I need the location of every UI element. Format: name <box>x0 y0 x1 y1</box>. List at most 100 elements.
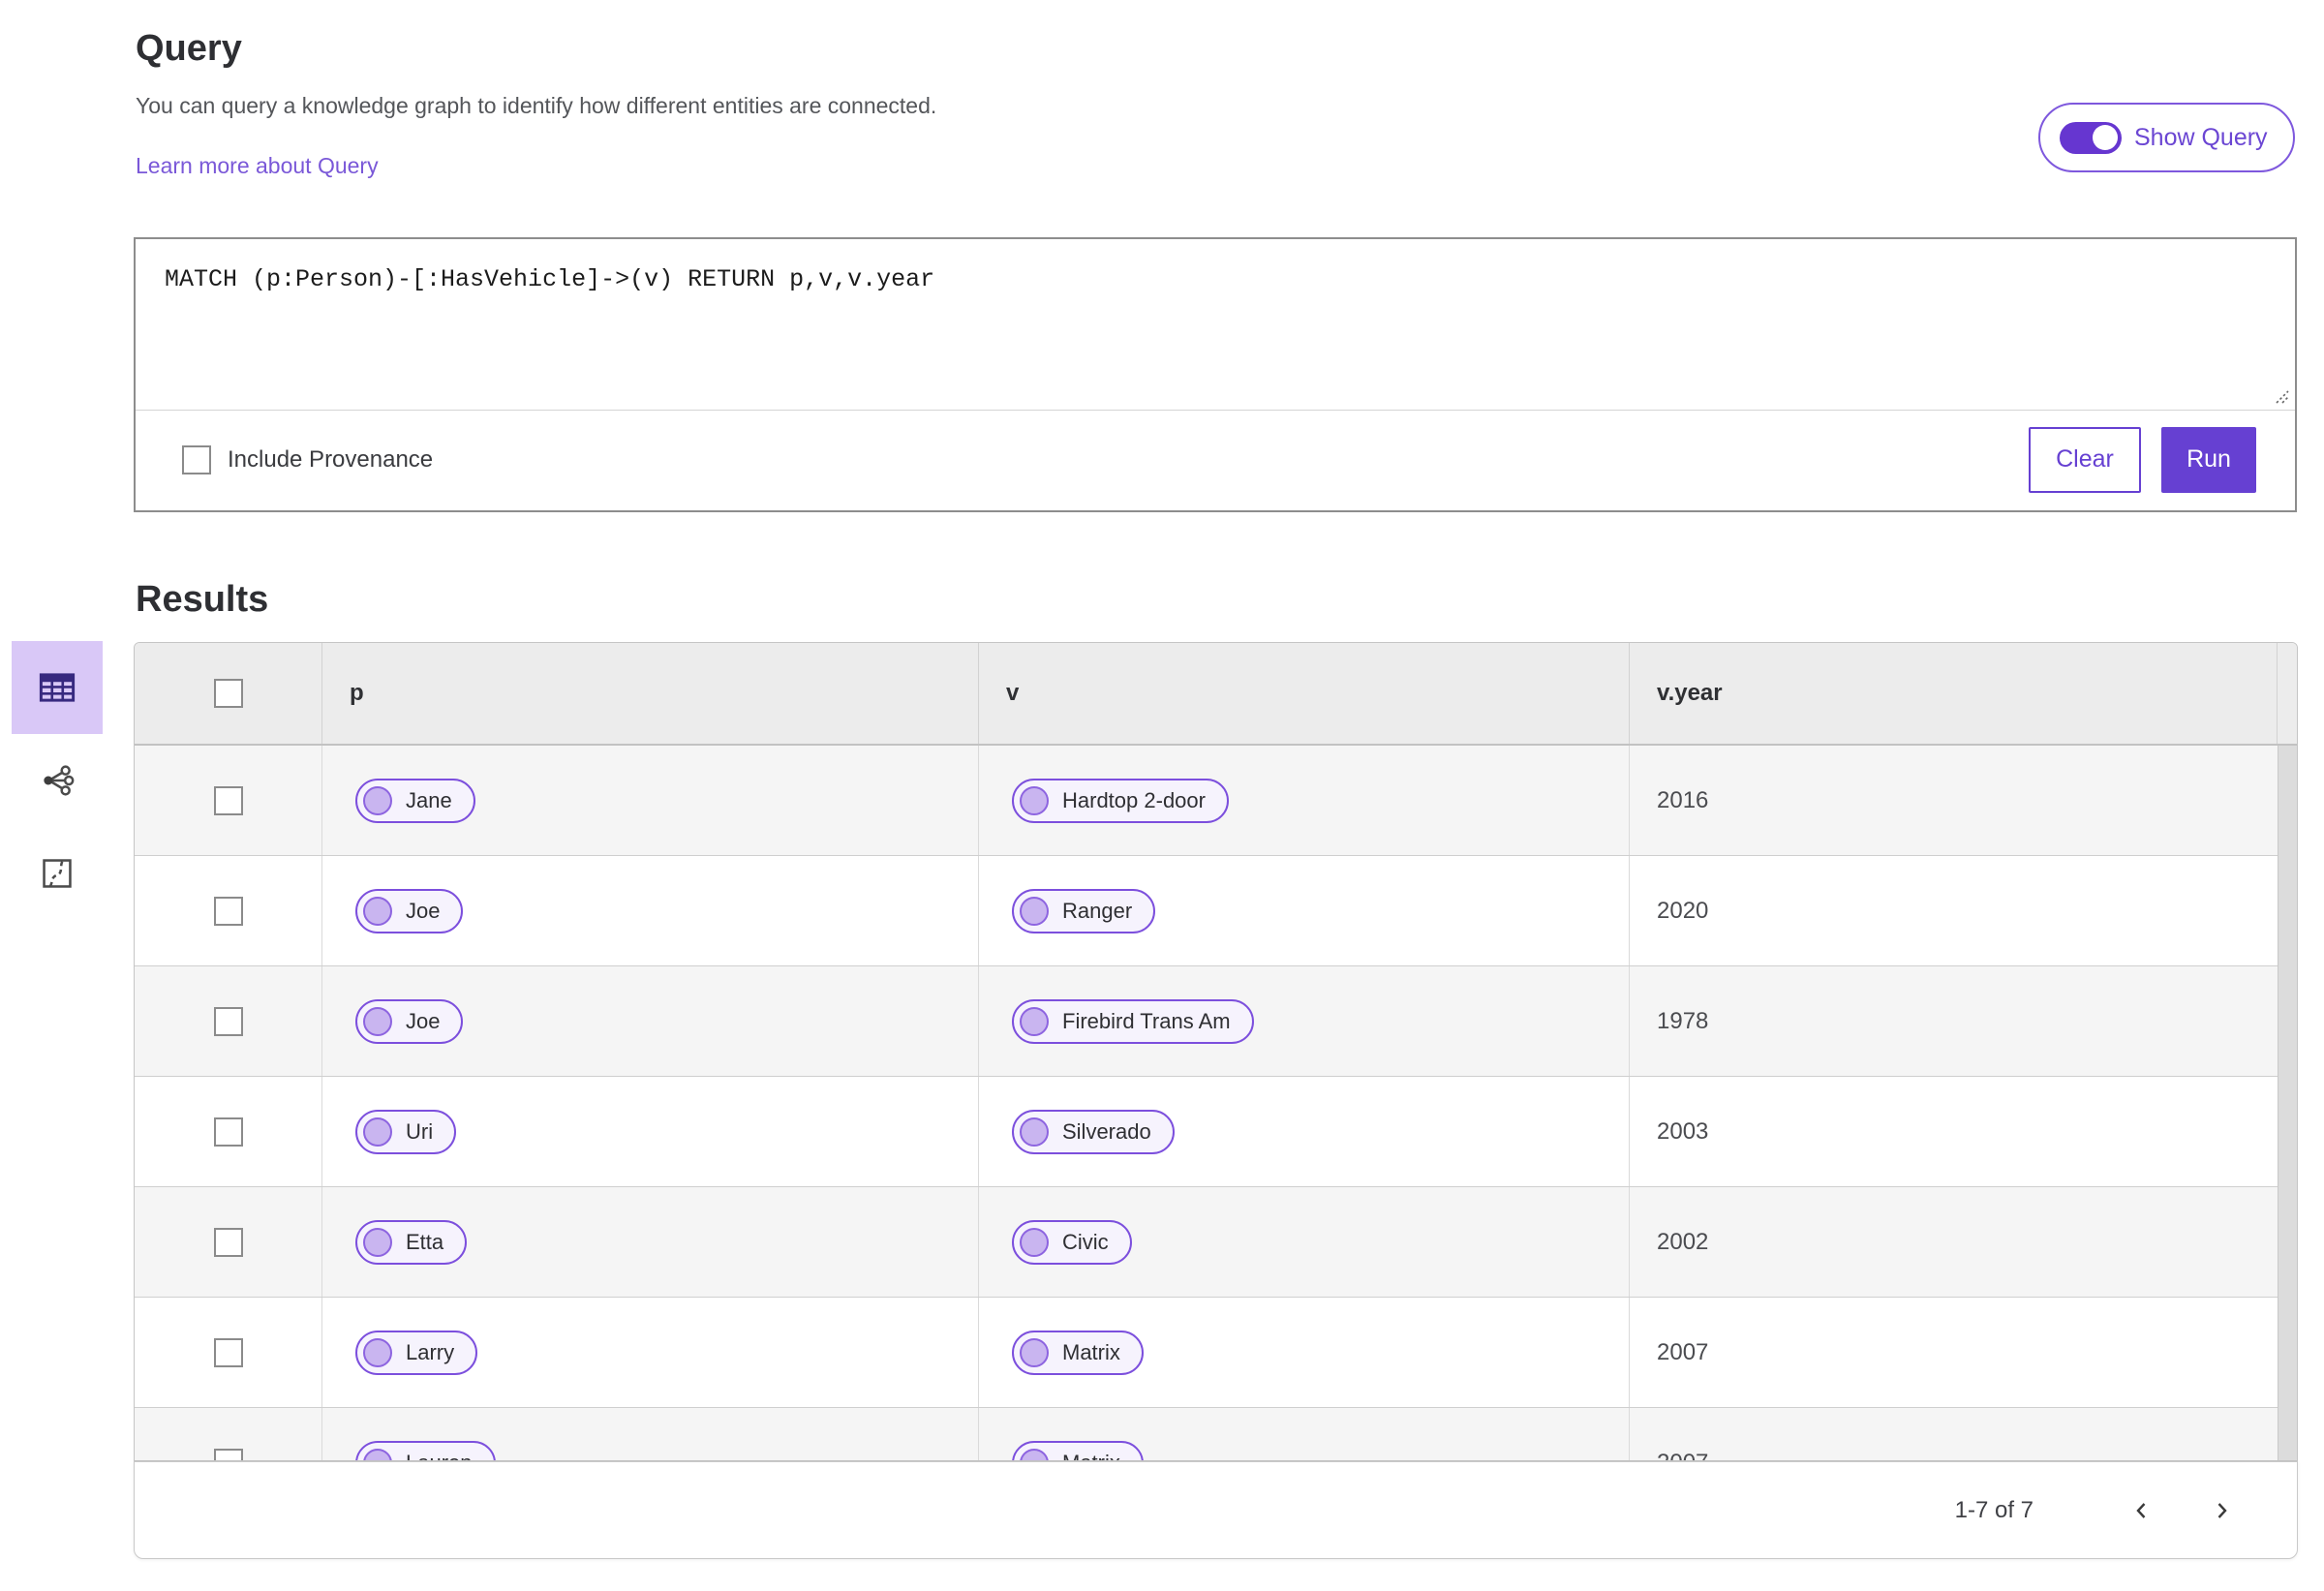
vehicle-node-chip[interactable]: Firebird Trans Am <box>1012 998 1254 1044</box>
vehicle-node-chip[interactable]: Ranger <box>1012 888 1156 933</box>
results-table: p v v.year Jane Hardtop 2-door 2016 Joe … <box>134 642 2298 1461</box>
map-view-icon <box>43 859 72 888</box>
table-row: Etta Civic 2002 <box>135 1187 2297 1298</box>
show-query-toggle[interactable]: Show Query <box>2038 103 2295 172</box>
vehicle-node-label: Silverado <box>1062 1118 1151 1144</box>
p-cell: Uri <box>321 1077 978 1186</box>
vehicle-node-chip[interactable]: Silverado <box>1012 1109 1175 1154</box>
row-select-checkbox[interactable] <box>213 785 243 815</box>
previous-page-button[interactable] <box>2123 1491 2161 1530</box>
person-node-label: Joe <box>406 1008 441 1033</box>
table-view-button[interactable] <box>12 641 103 734</box>
person-node-chip[interactable]: Joe <box>355 888 464 933</box>
toggle-knob <box>2093 125 2118 150</box>
node-dot-icon <box>363 1006 392 1036</box>
p-cell: Etta <box>321 1187 978 1297</box>
include-provenance-checkbox[interactable] <box>182 444 211 474</box>
results-table-body: Jane Hardtop 2-door 2016 Joe Ranger 2020… <box>135 746 2297 1460</box>
graph-view-button[interactable] <box>12 734 103 827</box>
toggle-track[interactable] <box>2060 121 2122 154</box>
include-provenance-label: Include Provenance <box>228 445 434 473</box>
column-header-v[interactable]: v <box>978 643 1629 744</box>
p-cell: Jane <box>321 746 978 855</box>
node-dot-icon <box>363 1117 392 1147</box>
graph-view-icon <box>44 765 75 796</box>
vehicle-node-label: Hardtop 2-door <box>1062 787 1206 812</box>
row-checkbox-cell <box>135 746 321 855</box>
node-dot-icon <box>363 785 392 815</box>
pagination-range-label: 1-7 of 7 <box>1954 1496 2034 1523</box>
column-header-v-year[interactable]: v.year <box>1629 643 2277 744</box>
row-select-checkbox[interactable] <box>213 896 243 926</box>
p-cell: Joe <box>321 856 978 965</box>
node-dot-icon <box>363 896 392 926</box>
table-row: Joe Firebird Trans Am 1978 <box>135 966 2297 1077</box>
query-page: Query You can query a knowledge graph to… <box>0 0 2324 1591</box>
next-page-button[interactable] <box>2202 1491 2241 1530</box>
v-year-cell: 2020 <box>1629 856 2297 965</box>
row-select-checkbox[interactable] <box>213 1448 243 1460</box>
header-checkbox-cell <box>135 643 321 744</box>
row-checkbox-cell <box>135 1077 321 1186</box>
row-checkbox-cell <box>135 1298 321 1407</box>
v-year-cell: 2003 <box>1629 1077 2297 1186</box>
vehicle-node-chip[interactable]: Hardtop 2-door <box>1012 778 1229 823</box>
run-button[interactable]: Run <box>2161 426 2256 493</box>
p-cell: Lauren <box>321 1408 978 1460</box>
table-pagination-footer: 1-7 of 7 <box>134 1461 2298 1559</box>
node-dot-icon <box>1020 896 1049 926</box>
chevron-right-icon <box>2217 1502 2227 1518</box>
v-cell: Matrix <box>978 1298 1629 1407</box>
vehicle-node-label: Ranger <box>1062 898 1133 923</box>
row-checkbox-cell <box>135 856 321 965</box>
person-node-label: Jane <box>406 787 452 812</box>
learn-more-link[interactable]: Learn more about Query <box>136 153 379 179</box>
row-select-checkbox[interactable] <box>213 1337 243 1367</box>
row-select-checkbox[interactable] <box>213 1006 243 1036</box>
v-cell: Matrix <box>978 1408 1629 1460</box>
v-year-cell: 1978 <box>1629 966 2297 1076</box>
node-dot-icon <box>1020 1006 1049 1036</box>
v-year-cell: 2002 <box>1629 1187 2297 1297</box>
query-input[interactable]: MATCH (p:Person)-[:HasVehicle]->(v) RETU… <box>136 239 2295 410</box>
node-dot-icon <box>1020 1337 1049 1367</box>
row-checkbox-cell <box>135 1187 321 1297</box>
column-header-p[interactable]: p <box>321 643 978 744</box>
person-node-chip[interactable]: Larry <box>355 1330 478 1375</box>
clear-button[interactable]: Clear <box>2029 426 2141 493</box>
map-view-button[interactable] <box>12 827 103 920</box>
person-node-label: Joe <box>406 898 441 923</box>
vehicle-node-label: Matrix <box>1062 1339 1120 1364</box>
person-node-label: Uri <box>406 1118 434 1144</box>
person-node-chip[interactable]: Uri <box>355 1109 457 1154</box>
p-cell: Larry <box>321 1298 978 1407</box>
node-dot-icon <box>363 1337 392 1367</box>
row-checkbox-cell <box>135 966 321 1076</box>
vehicle-node-label: Matrix <box>1062 1451 1120 1461</box>
vehicle-node-label: Firebird Trans Am <box>1062 1008 1231 1033</box>
select-all-checkbox[interactable] <box>213 679 243 708</box>
node-dot-icon <box>363 1227 392 1257</box>
node-dot-icon <box>363 1448 392 1460</box>
person-node-chip[interactable]: Lauren <box>355 1440 496 1460</box>
vehicle-node-chip[interactable]: Matrix <box>1012 1440 1144 1461</box>
v-cell: Ranger <box>978 856 1629 965</box>
table-row: Lauren Matrix 2007 <box>135 1408 2297 1460</box>
row-select-checkbox[interactable] <box>213 1227 243 1257</box>
page-title: Query <box>136 28 242 70</box>
table-scrollbar[interactable] <box>2278 746 2297 1460</box>
v-year-cell: 2016 <box>1629 746 2297 855</box>
results-title: Results <box>136 578 269 620</box>
person-node-chip[interactable]: Etta <box>355 1219 468 1265</box>
table-view-icon <box>39 673 76 702</box>
person-node-chip[interactable]: Joe <box>355 998 464 1044</box>
page-description: You can query a knowledge graph to ident… <box>136 93 937 118</box>
vehicle-node-chip[interactable]: Matrix <box>1012 1330 1144 1375</box>
header-scrollbar-spacer <box>2277 643 2297 744</box>
v-cell: Civic <box>978 1187 1629 1297</box>
vehicle-node-chip[interactable]: Civic <box>1012 1219 1132 1265</box>
results-table-header: p v v.year <box>135 643 2297 746</box>
row-select-checkbox[interactable] <box>213 1117 243 1147</box>
person-node-chip[interactable]: Jane <box>355 778 475 823</box>
v-cell: Silverado <box>978 1077 1629 1186</box>
